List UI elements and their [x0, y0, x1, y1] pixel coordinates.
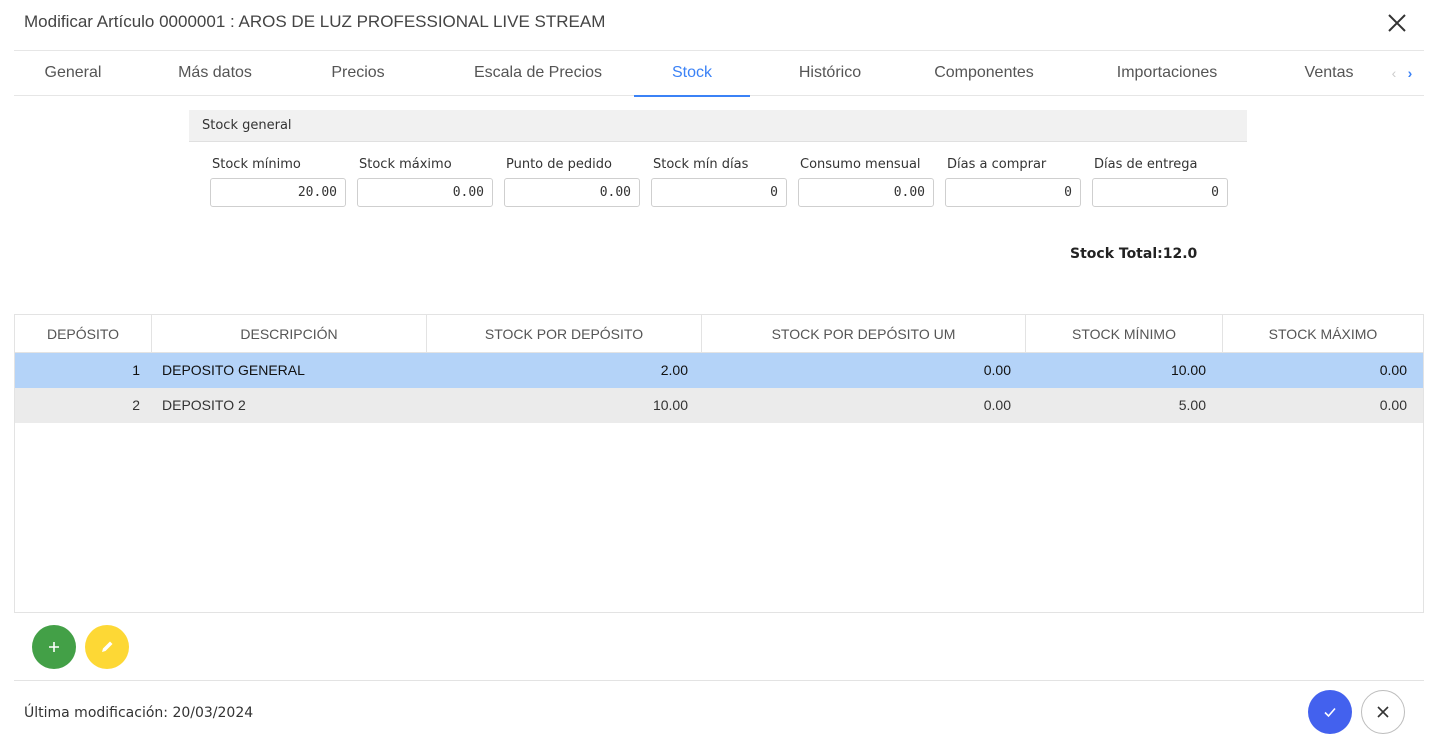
tab-stock[interactable]: Stock	[634, 51, 750, 97]
last-modified: Última modificación: 20/03/2024	[24, 705, 254, 721]
column-header-stock-minimo[interactable]: STOCK MÍNIMO	[1026, 315, 1223, 353]
tab-importaciones[interactable]: Importaciones	[1094, 51, 1240, 96]
column-header-stock-deposito-um[interactable]: STOCK POR DEPÓSITO UM	[702, 315, 1026, 353]
cancel-button[interactable]	[1361, 690, 1405, 734]
tab-general[interactable]: General	[14, 51, 132, 96]
dialog-title: Modificar Artículo 0000001 : AROS DE LUZ…	[24, 12, 606, 31]
cell-stock-um: 0.00	[983, 397, 1011, 413]
chevron-left-icon[interactable]: ‹	[1386, 51, 1402, 95]
field-label: Días de entrega	[1094, 157, 1198, 172]
column-header-deposito[interactable]: DEPÓSITO	[15, 315, 152, 353]
column-header-descripcion[interactable]: DESCRIPCIÓN	[152, 315, 427, 353]
punto-pedido-input[interactable]	[504, 178, 640, 207]
cell-descripcion: DEPOSITO 2	[162, 397, 246, 413]
add-button[interactable]	[32, 625, 76, 669]
plus-icon	[49, 642, 59, 652]
dias-comprar-field: Días a comprar	[945, 156, 1081, 207]
cell-stock: 10.00	[652, 397, 688, 413]
field-label: Stock mín días	[653, 157, 749, 172]
cell-maximo: 0.00	[1379, 362, 1407, 378]
dias-comprar-input[interactable]	[945, 178, 1081, 207]
dias-entrega-input[interactable]	[1092, 178, 1228, 207]
tabs-bar: General Más datos Precios Escala de Prec…	[14, 50, 1424, 97]
column-header-stock-maximo[interactable]: STOCK MÁXIMO	[1223, 315, 1423, 353]
cell-deposito: 1	[132, 362, 140, 378]
stock-minimo-field: Stock mínimo	[210, 156, 346, 207]
tab-precios[interactable]: Precios	[299, 51, 417, 96]
edit-button[interactable]	[85, 625, 129, 669]
tab-ventas[interactable]: Ventas	[1284, 51, 1374, 96]
field-label: Stock mínimo	[212, 157, 301, 172]
footer-divider	[14, 680, 1424, 681]
close-icon	[1377, 706, 1389, 718]
field-label: Días a comprar	[947, 157, 1047, 172]
consumo-mensual-input[interactable]	[798, 178, 934, 207]
pencil-icon	[102, 641, 113, 652]
stock-min-dias-field: Stock mín días	[651, 156, 787, 207]
punto-pedido-field: Punto de pedido	[504, 156, 640, 207]
confirm-button[interactable]	[1308, 690, 1352, 734]
stock-maximo-field: Stock máximo	[357, 156, 493, 207]
cell-descripcion: DEPOSITO GENERAL	[162, 362, 305, 378]
cell-deposito: 2	[132, 397, 140, 413]
stock-total: Stock Total:12.0	[1070, 246, 1198, 262]
tab-escala-precios[interactable]: Escala de Precios	[439, 51, 637, 96]
field-label: Stock máximo	[359, 157, 452, 172]
stock-min-dias-input[interactable]	[651, 178, 787, 207]
field-label: Punto de pedido	[506, 157, 612, 172]
tab-historico[interactable]: Histórico	[769, 51, 891, 96]
close-icon	[1388, 14, 1406, 32]
table-row[interactable]: 1 DEPOSITO GENERAL 2.00 0.00 10.00 0.00	[15, 353, 1423, 388]
check-icon	[1324, 707, 1336, 718]
cell-minimo: 10.00	[1170, 362, 1206, 378]
stock-general-header: Stock general	[189, 110, 1247, 142]
column-header-stock-deposito[interactable]: STOCK POR DEPÓSITO	[427, 315, 702, 353]
deposit-table: DEPÓSITO DESCRIPCIÓN STOCK POR DEPÓSITO …	[14, 314, 1424, 613]
tab-componentes[interactable]: Componentes	[914, 51, 1054, 96]
table-header: DEPÓSITO DESCRIPCIÓN STOCK POR DEPÓSITO …	[15, 315, 1423, 353]
tab-mas-datos[interactable]: Más datos	[154, 51, 276, 96]
chevron-right-icon[interactable]: ›	[1402, 51, 1418, 95]
cell-minimo: 5.00	[1178, 397, 1206, 413]
table-row[interactable]: 2 DEPOSITO 2 10.00 0.00 5.00 0.00	[15, 388, 1423, 423]
cell-maximo: 0.00	[1379, 397, 1407, 413]
consumo-mensual-field: Consumo mensual	[798, 156, 934, 207]
tab-scroll-arrows: ‹ ›	[1386, 51, 1418, 96]
field-label: Consumo mensual	[800, 157, 921, 172]
cell-stock-um: 0.00	[983, 362, 1011, 378]
dias-entrega-field: Días de entrega	[1092, 156, 1228, 207]
stock-maximo-input[interactable]	[357, 178, 493, 207]
close-dialog-button[interactable]	[1382, 8, 1412, 38]
stock-minimo-input[interactable]	[210, 178, 346, 207]
cell-stock: 2.00	[660, 362, 688, 378]
